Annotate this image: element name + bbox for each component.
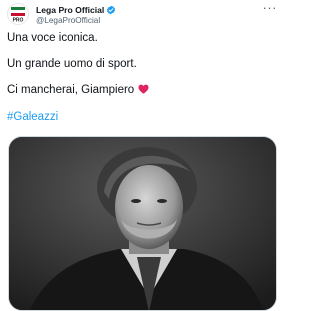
portrait-image xyxy=(9,137,276,310)
lega-pro-logo-icon: PRO xyxy=(11,7,25,24)
author-handle[interactable]: @LegaProOfficial xyxy=(36,16,116,25)
tweet-header: PRO Lega Pro Official @LegaProOfficial ·… xyxy=(7,1,278,25)
more-options-icon[interactable]: ··· xyxy=(263,1,278,14)
author-display-name[interactable]: Lega Pro Official xyxy=(36,5,104,15)
tweet-line-1: Una voce iconica. xyxy=(7,32,98,44)
hashtag-link[interactable]: #Galeazzi xyxy=(7,111,58,123)
tweet-line-3-text: Ci mancherai, Giampiero xyxy=(7,84,135,96)
tweet-text: Una voce iconica. xyxy=(7,32,98,44)
tweet-line-2: Un grande uomo di sport. xyxy=(7,58,137,70)
tweet-text-2: Un grande uomo di sport. xyxy=(7,58,137,70)
red-heart-icon xyxy=(138,84,149,97)
svg-text:PRO: PRO xyxy=(13,18,24,24)
tweet-line-3: Ci mancherai, Giampiero xyxy=(7,84,149,97)
tweet-text-4: #Galeazzi xyxy=(7,111,58,123)
verified-badge-icon xyxy=(106,5,116,15)
tweet-photo[interactable] xyxy=(8,136,277,311)
author-names: Lega Pro Official @LegaProOfficial xyxy=(36,4,116,25)
avatar[interactable]: PRO xyxy=(7,3,29,25)
tweet-text-3: Ci mancherai, Giampiero xyxy=(7,84,149,97)
